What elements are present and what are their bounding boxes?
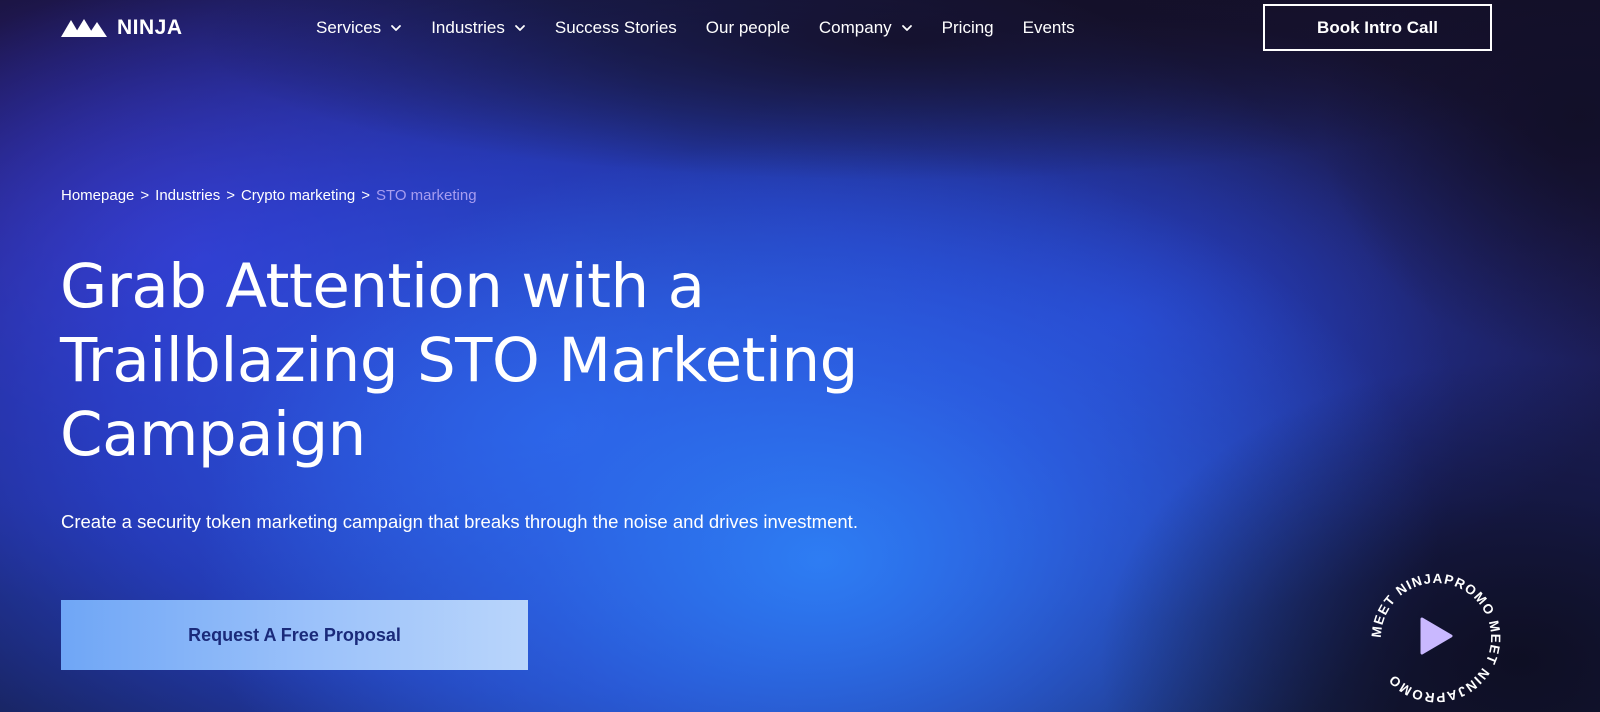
breadcrumb-current: STO marketing [375,187,477,204]
nav-label: Company [818,18,892,37]
title-line: Trailblazing STO Marketing [60,325,858,396]
book-intro-call-button[interactable]: Book Intro Call [1263,4,1492,51]
nav-label: Pricing [941,18,994,37]
nav-label: Events [1022,18,1075,37]
breadcrumb-industries[interactable]: Industries [155,187,220,204]
play-icon[interactable] [1420,617,1453,655]
nav-item-pricing[interactable]: Pricing [942,18,994,38]
nav-item-our-people[interactable]: Our people [706,18,790,38]
nav-item-company[interactable]: Company [819,18,913,38]
hero-subtitle: Create a security token marketing campai… [61,511,858,532]
nav-label: Success Stories [554,18,677,37]
page-title: Grab Attention with a Trailblazing STO M… [60,250,960,472]
chevron-down-icon [901,25,912,31]
request-proposal-button[interactable]: Request A Free Proposal [61,600,528,670]
nav-item-success-stories[interactable]: Success Stories [555,18,677,38]
breadcrumb-separator: > [361,187,370,204]
nav-label: Our people [705,18,790,37]
nav-item-industries[interactable]: Industries [431,18,526,38]
breadcrumb-homepage[interactable]: Homepage [61,187,134,204]
chevron-down-icon [514,25,525,31]
nav-label: Services [316,18,382,37]
brand-logo[interactable]: NINJA [61,16,183,40]
breadcrumb-crypto-marketing[interactable]: Crypto marketing [241,187,355,204]
meet-ninjapromo-video-badge[interactable]: MEET NINJAPROMO MEET NINJAPROMO [1366,568,1506,708]
breadcrumb-separator: > [226,187,235,204]
nav-item-events[interactable]: Events [1023,18,1075,38]
main-nav: Services Industries Success Stories Our … [316,16,1104,40]
logo-text: NINJA [117,16,183,39]
breadcrumb-separator: > [140,187,150,204]
nav-item-services[interactable]: Services [316,18,402,38]
chevron-down-icon [391,25,402,31]
title-line: Campaign [60,399,366,470]
nav-label: Industries [431,18,505,37]
logo-mark-icon [61,19,107,37]
breadcrumb: Homepage > Industries > Crypto marketing… [61,187,477,204]
title-line: Grab Attention with a [60,251,705,322]
